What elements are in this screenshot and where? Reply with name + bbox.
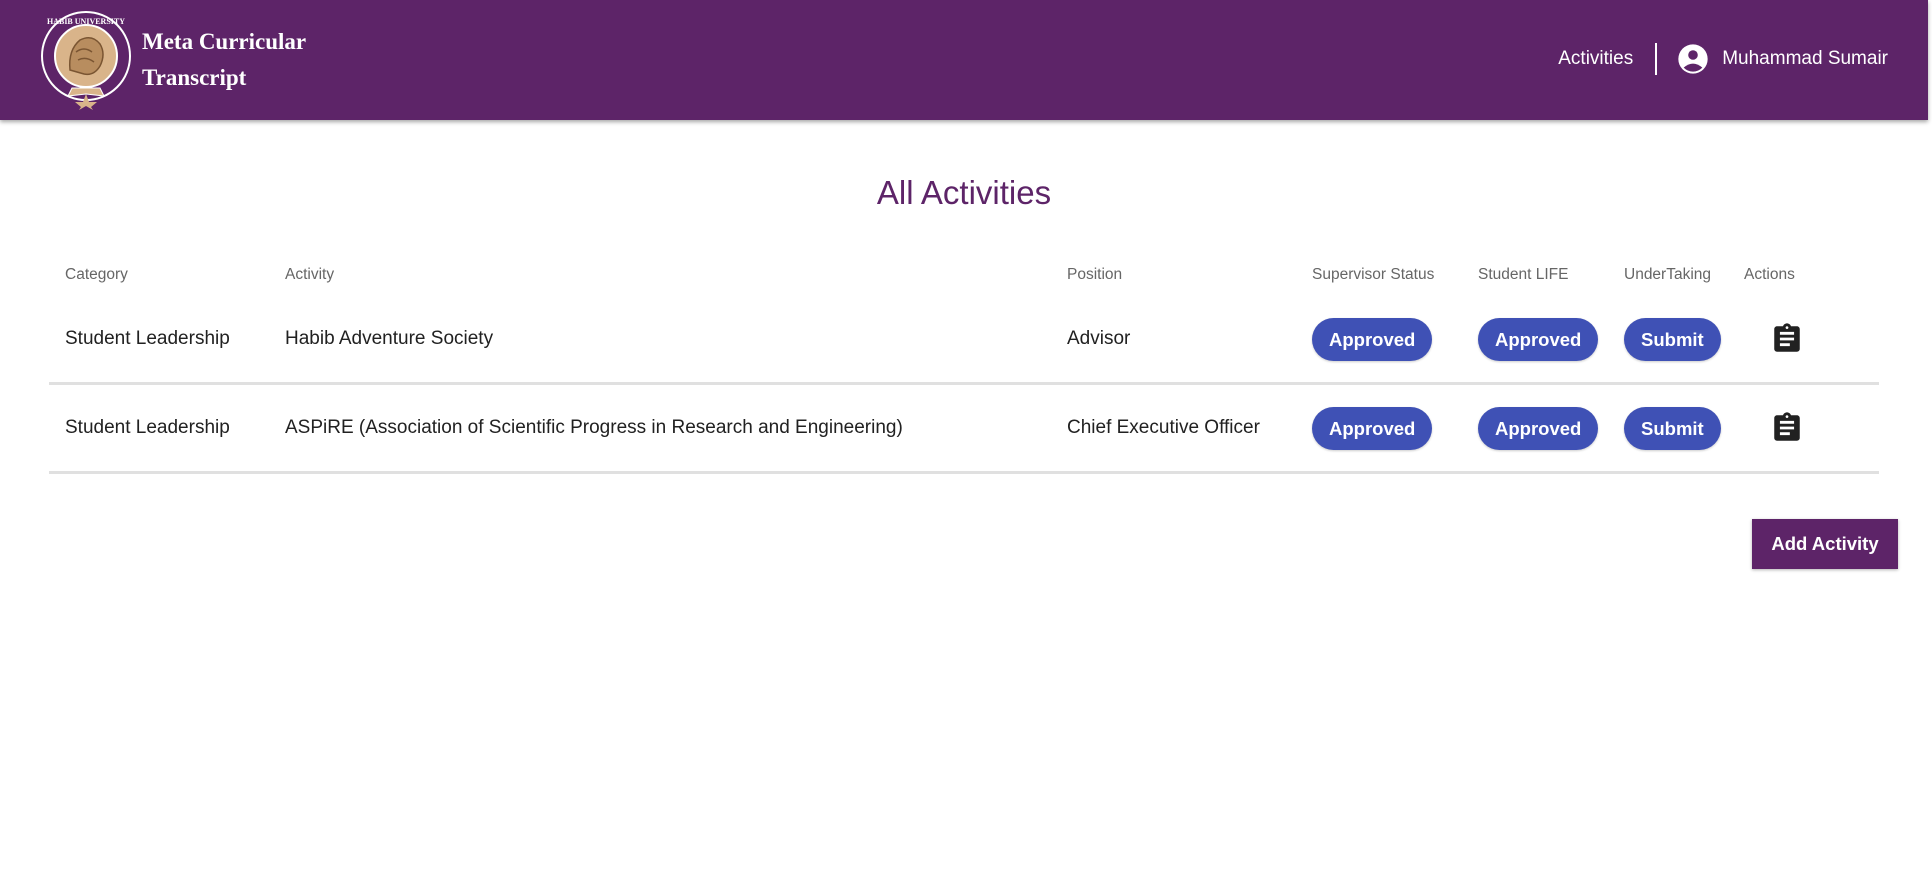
brand-line-1: Meta Curricular bbox=[142, 29, 307, 54]
account-circle-icon bbox=[1678, 43, 1708, 74]
clipboard-icon[interactable] bbox=[1770, 322, 1804, 356]
student-life-status-button[interactable]: Approved bbox=[1478, 318, 1599, 361]
table-header-row: Category Activity Position Supervisor St… bbox=[49, 254, 1879, 296]
column-header-actions: Actions bbox=[1744, 266, 1795, 283]
nav-activities-link[interactable]: Activities bbox=[1558, 48, 1633, 70]
habib-university-logo: HABIB UNIVERSITY bbox=[41, 11, 131, 110]
nav-divider bbox=[1655, 42, 1658, 75]
user-menu[interactable]: Muhammad Sumair bbox=[1677, 43, 1888, 75]
svg-text:HABIB UNIVERSITY: HABIB UNIVERSITY bbox=[47, 17, 125, 26]
table-row: Student Leadership ASPiRE (Association o… bbox=[49, 385, 1879, 474]
position-cell: Chief Executive Officer bbox=[1067, 417, 1260, 438]
supervisor-status-button[interactable]: Approved bbox=[1312, 407, 1433, 450]
supervisor-status-button[interactable]: Approved bbox=[1312, 318, 1433, 361]
add-activity-button[interactable]: Add Activity bbox=[1752, 519, 1898, 569]
user-name: Muhammad Sumair bbox=[1722, 47, 1888, 69]
table-row: Student Leadership Habib Adventure Socie… bbox=[49, 296, 1879, 385]
activity-cell: ASPiRE (Association of Scientific Progre… bbox=[285, 417, 903, 438]
category-cell: Student Leadership bbox=[65, 417, 230, 438]
clipboard-icon[interactable] bbox=[1770, 411, 1804, 445]
column-header-category: Category bbox=[65, 266, 128, 283]
column-header-undertaking: UnderTaking bbox=[1624, 266, 1712, 283]
column-header-position: Position bbox=[1067, 266, 1123, 283]
brand[interactable]: HABIB UNIVERSITY Meta Curricular Transcr… bbox=[40, 10, 332, 110]
column-header-activity: Activity bbox=[285, 266, 335, 283]
student-life-status-button[interactable]: Approved bbox=[1478, 407, 1599, 450]
position-cell: Advisor bbox=[1067, 328, 1131, 349]
column-header-student-life: Student LIFE bbox=[1478, 266, 1569, 283]
brand-title: Meta Curricular Transcript bbox=[142, 24, 332, 96]
category-cell: Student Leadership bbox=[65, 328, 230, 349]
column-header-supervisor-status: Supervisor Status bbox=[1312, 266, 1435, 283]
top-nav: Activities Muhammad Sumair bbox=[1558, 0, 1888, 117]
page-title: All Activities bbox=[876, 174, 1052, 211]
undertaking-submit-button[interactable]: Submit bbox=[1624, 318, 1721, 361]
app-bar: HABIB UNIVERSITY Meta Curricular Transcr… bbox=[0, 0, 1928, 120]
undertaking-submit-button[interactable]: Submit bbox=[1624, 407, 1721, 450]
activity-cell: Habib Adventure Society bbox=[285, 328, 494, 349]
brand-line-2: Transcript bbox=[142, 65, 247, 90]
activities-table: Category Activity Position Supervisor St… bbox=[49, 254, 1879, 474]
